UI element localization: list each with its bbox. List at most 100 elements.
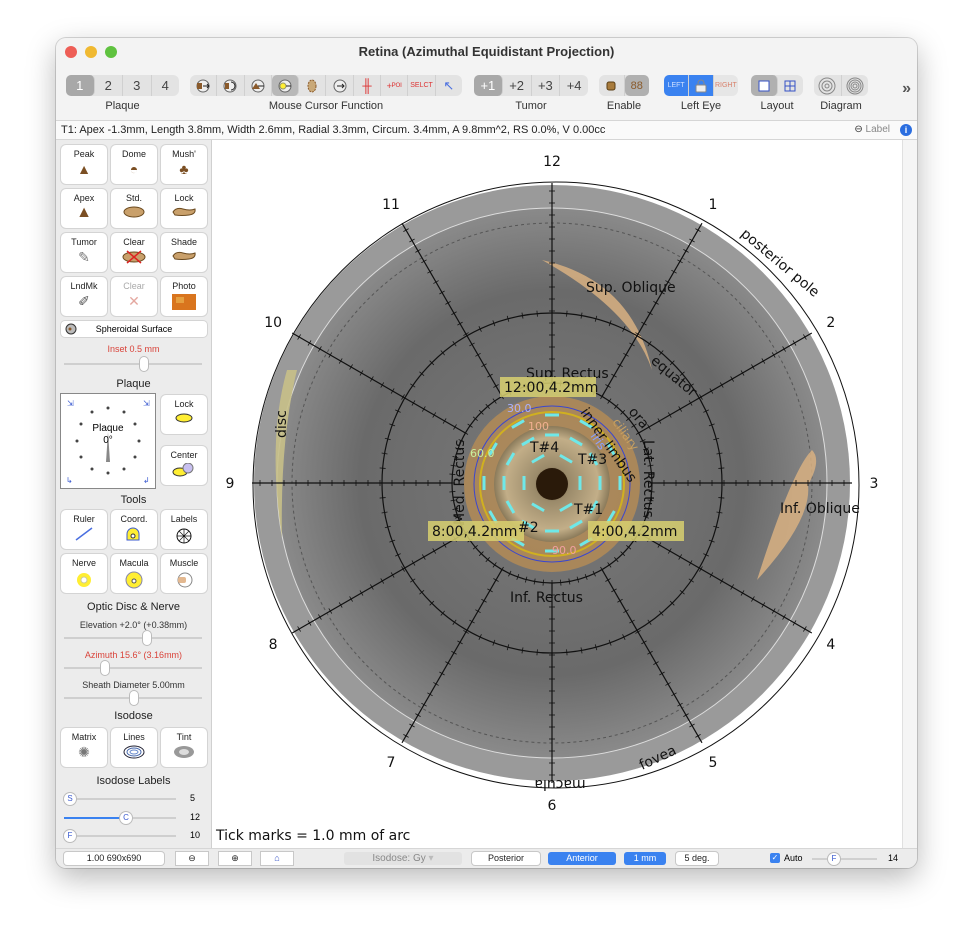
standard-shape-icon: [111, 206, 157, 220]
plaque-rotation-dial[interactable]: ⇲ ⇲ ↳ ↲ Plaque 0°: [60, 393, 156, 489]
clear-tumor-button[interactable]: Clear: [111, 233, 157, 272]
window-title: Retina (Azimuthal Equidistant Projection…: [358, 44, 615, 59]
rings-icon[interactable]: [814, 75, 842, 96]
select-icon[interactable]: SELCT: [408, 75, 436, 96]
rotate-view-icon[interactable]: [326, 75, 354, 96]
plaque-2-button[interactable]: 2: [95, 75, 123, 96]
rings-dense-icon[interactable]: [842, 75, 869, 96]
isodose-c-knob[interactable]: C: [120, 812, 132, 824]
anterior-button[interactable]: Anterior: [548, 852, 616, 865]
tumor-2-button[interactable]: +2: [503, 75, 532, 96]
standard-button[interactable]: Std.: [111, 189, 157, 228]
plaque-3-button[interactable]: 3: [123, 75, 152, 96]
isodose-f-knob[interactable]: F: [64, 830, 76, 842]
macula-button[interactable]: Macula: [111, 554, 157, 593]
label-toggle[interactable]: ⊖ Label: [854, 124, 890, 135]
retina-diagram[interactable]: 121234567891011posterior poleequatororac…: [212, 140, 902, 848]
inset-slider[interactable]: [64, 357, 202, 371]
muscle-button[interactable]: Muscle: [161, 554, 207, 593]
eye-lock-icon[interactable]: [689, 75, 714, 96]
sheath-slider[interactable]: [64, 691, 202, 705]
ring-tick: [542, 579, 544, 586]
labels-button[interactable]: Labels: [161, 510, 207, 549]
disc-label: disc: [274, 410, 290, 438]
nerve-button[interactable]: Nerve: [61, 554, 107, 593]
isodose-f-slider[interactable]: F: [64, 830, 176, 842]
clock-label: 12: [543, 154, 561, 170]
tumor-3-button[interactable]: +3: [532, 75, 561, 96]
move-apex-icon[interactable]: [245, 75, 272, 96]
zoom-out-icon[interactable]: ⊖: [176, 852, 208, 865]
poi-icon[interactable]: +ᴾᴼᴵ: [381, 75, 409, 96]
lock-shape-button[interactable]: Lock: [161, 189, 207, 228]
zoom-readout: 1.00 690x690: [64, 852, 164, 865]
deg-button[interactable]: 5 deg.: [676, 852, 718, 865]
peak-button[interactable]: Peak ▲: [61, 145, 107, 184]
plaque-4-button[interactable]: 4: [152, 75, 180, 96]
crosshair-icon[interactable]: ╫: [354, 75, 382, 96]
muscle-label: Muscle: [169, 558, 199, 568]
single-view-icon[interactable]: [751, 75, 778, 96]
auto-checkbox[interactable]: ✓: [770, 853, 780, 863]
muscle-icon: [161, 571, 207, 591]
svg-text:↳: ↳: [66, 476, 73, 485]
landmark-button[interactable]: LndMk ✐: [61, 277, 107, 316]
rotate-plaque-icon[interactable]: [217, 75, 245, 96]
posterior-button[interactable]: Posterior: [472, 852, 540, 865]
sheath-slider-knob[interactable]: [130, 691, 138, 705]
tumor-4-button[interactable]: +4: [560, 75, 588, 96]
isodose-s-slider[interactable]: S: [64, 793, 176, 805]
move-plaque-icon[interactable]: [190, 75, 218, 96]
elevation-slider[interactable]: [64, 631, 202, 645]
cursor-select-icon[interactable]: ↖: [436, 75, 462, 96]
matrix-button[interactable]: Matrix ✺: [61, 728, 107, 767]
azimuth-label: Azimuth 15.6° (3.16mm): [84, 650, 183, 660]
retina-diagram-canvas[interactable]: 12 1 2 3 4 5 6 7 8 9 10 11 posterior pole equator ora c…: [212, 140, 902, 848]
azimuth-slider-knob[interactable]: [101, 661, 109, 675]
shade-button[interactable]: Shade: [161, 233, 207, 272]
elevation-slider-knob[interactable]: [143, 631, 151, 645]
mushroom-button[interactable]: Mush' ♣: [161, 145, 207, 184]
right-eye-button[interactable]: RIGHT: [714, 75, 738, 96]
left-eye-button[interactable]: LEFT: [664, 75, 690, 96]
matrix-icon: ✺: [78, 744, 90, 760]
ruler-icon: [61, 527, 107, 543]
font-size-knob[interactable]: F: [828, 853, 840, 865]
lines-button[interactable]: Lines: [111, 728, 157, 767]
vertical-scrollbar[interactable]: [902, 140, 917, 848]
azimuth-slider[interactable]: [64, 661, 202, 675]
tumor-draw-button[interactable]: Tumor ✎: [61, 233, 107, 272]
dome-button[interactable]: Dome ◓: [111, 145, 157, 184]
inset-slider-knob[interactable]: [140, 357, 148, 371]
home-icon[interactable]: ⌂: [261, 852, 293, 865]
isodose-s-knob[interactable]: S: [64, 793, 76, 805]
photo-button[interactable]: Photo: [161, 277, 207, 316]
clock-label: 10: [264, 315, 282, 331]
zoom-in-icon[interactable]: ⊕: [219, 852, 251, 865]
multiple-icon[interactable]: 88: [624, 75, 649, 96]
surface-button[interactable]: Spheroidal Surface: [61, 321, 207, 337]
layout-group-label: Layout: [760, 100, 794, 112]
info-icon[interactable]: i: [900, 124, 912, 136]
ruler-button[interactable]: Ruler: [61, 510, 107, 549]
move-marker-icon[interactable]: [271, 75, 300, 96]
ring-tick: [560, 579, 562, 586]
plaque-1-button[interactable]: 1: [66, 75, 95, 96]
font-size-slider[interactable]: F: [812, 853, 877, 865]
tumor-1-button[interactable]: +1: [474, 75, 503, 96]
plaque-lock-button[interactable]: Lock: [161, 395, 207, 434]
coordinate-button[interactable]: Coord.: [111, 510, 157, 549]
grid-view-icon[interactable]: [778, 75, 804, 96]
ring-tick: [718, 467, 725, 469]
isodose-c-slider[interactable]: C: [64, 812, 176, 824]
mm-button[interactable]: 1 mm: [624, 852, 666, 865]
plaque-center-button[interactable]: Center: [161, 446, 207, 485]
toolbar-overflow-button[interactable]: »: [902, 80, 911, 98]
isodose-unit-select[interactable]: Isodose: Gy ▾: [344, 852, 462, 865]
single-icon[interactable]: [599, 75, 625, 96]
resize-tumor-icon[interactable]: [299, 75, 327, 96]
clock-label: 1: [709, 197, 718, 213]
apex-button[interactable]: Apex ▲: [61, 189, 107, 228]
tint-button[interactable]: Tint: [161, 728, 207, 767]
isodose-heading: Isodose: [114, 710, 153, 722]
